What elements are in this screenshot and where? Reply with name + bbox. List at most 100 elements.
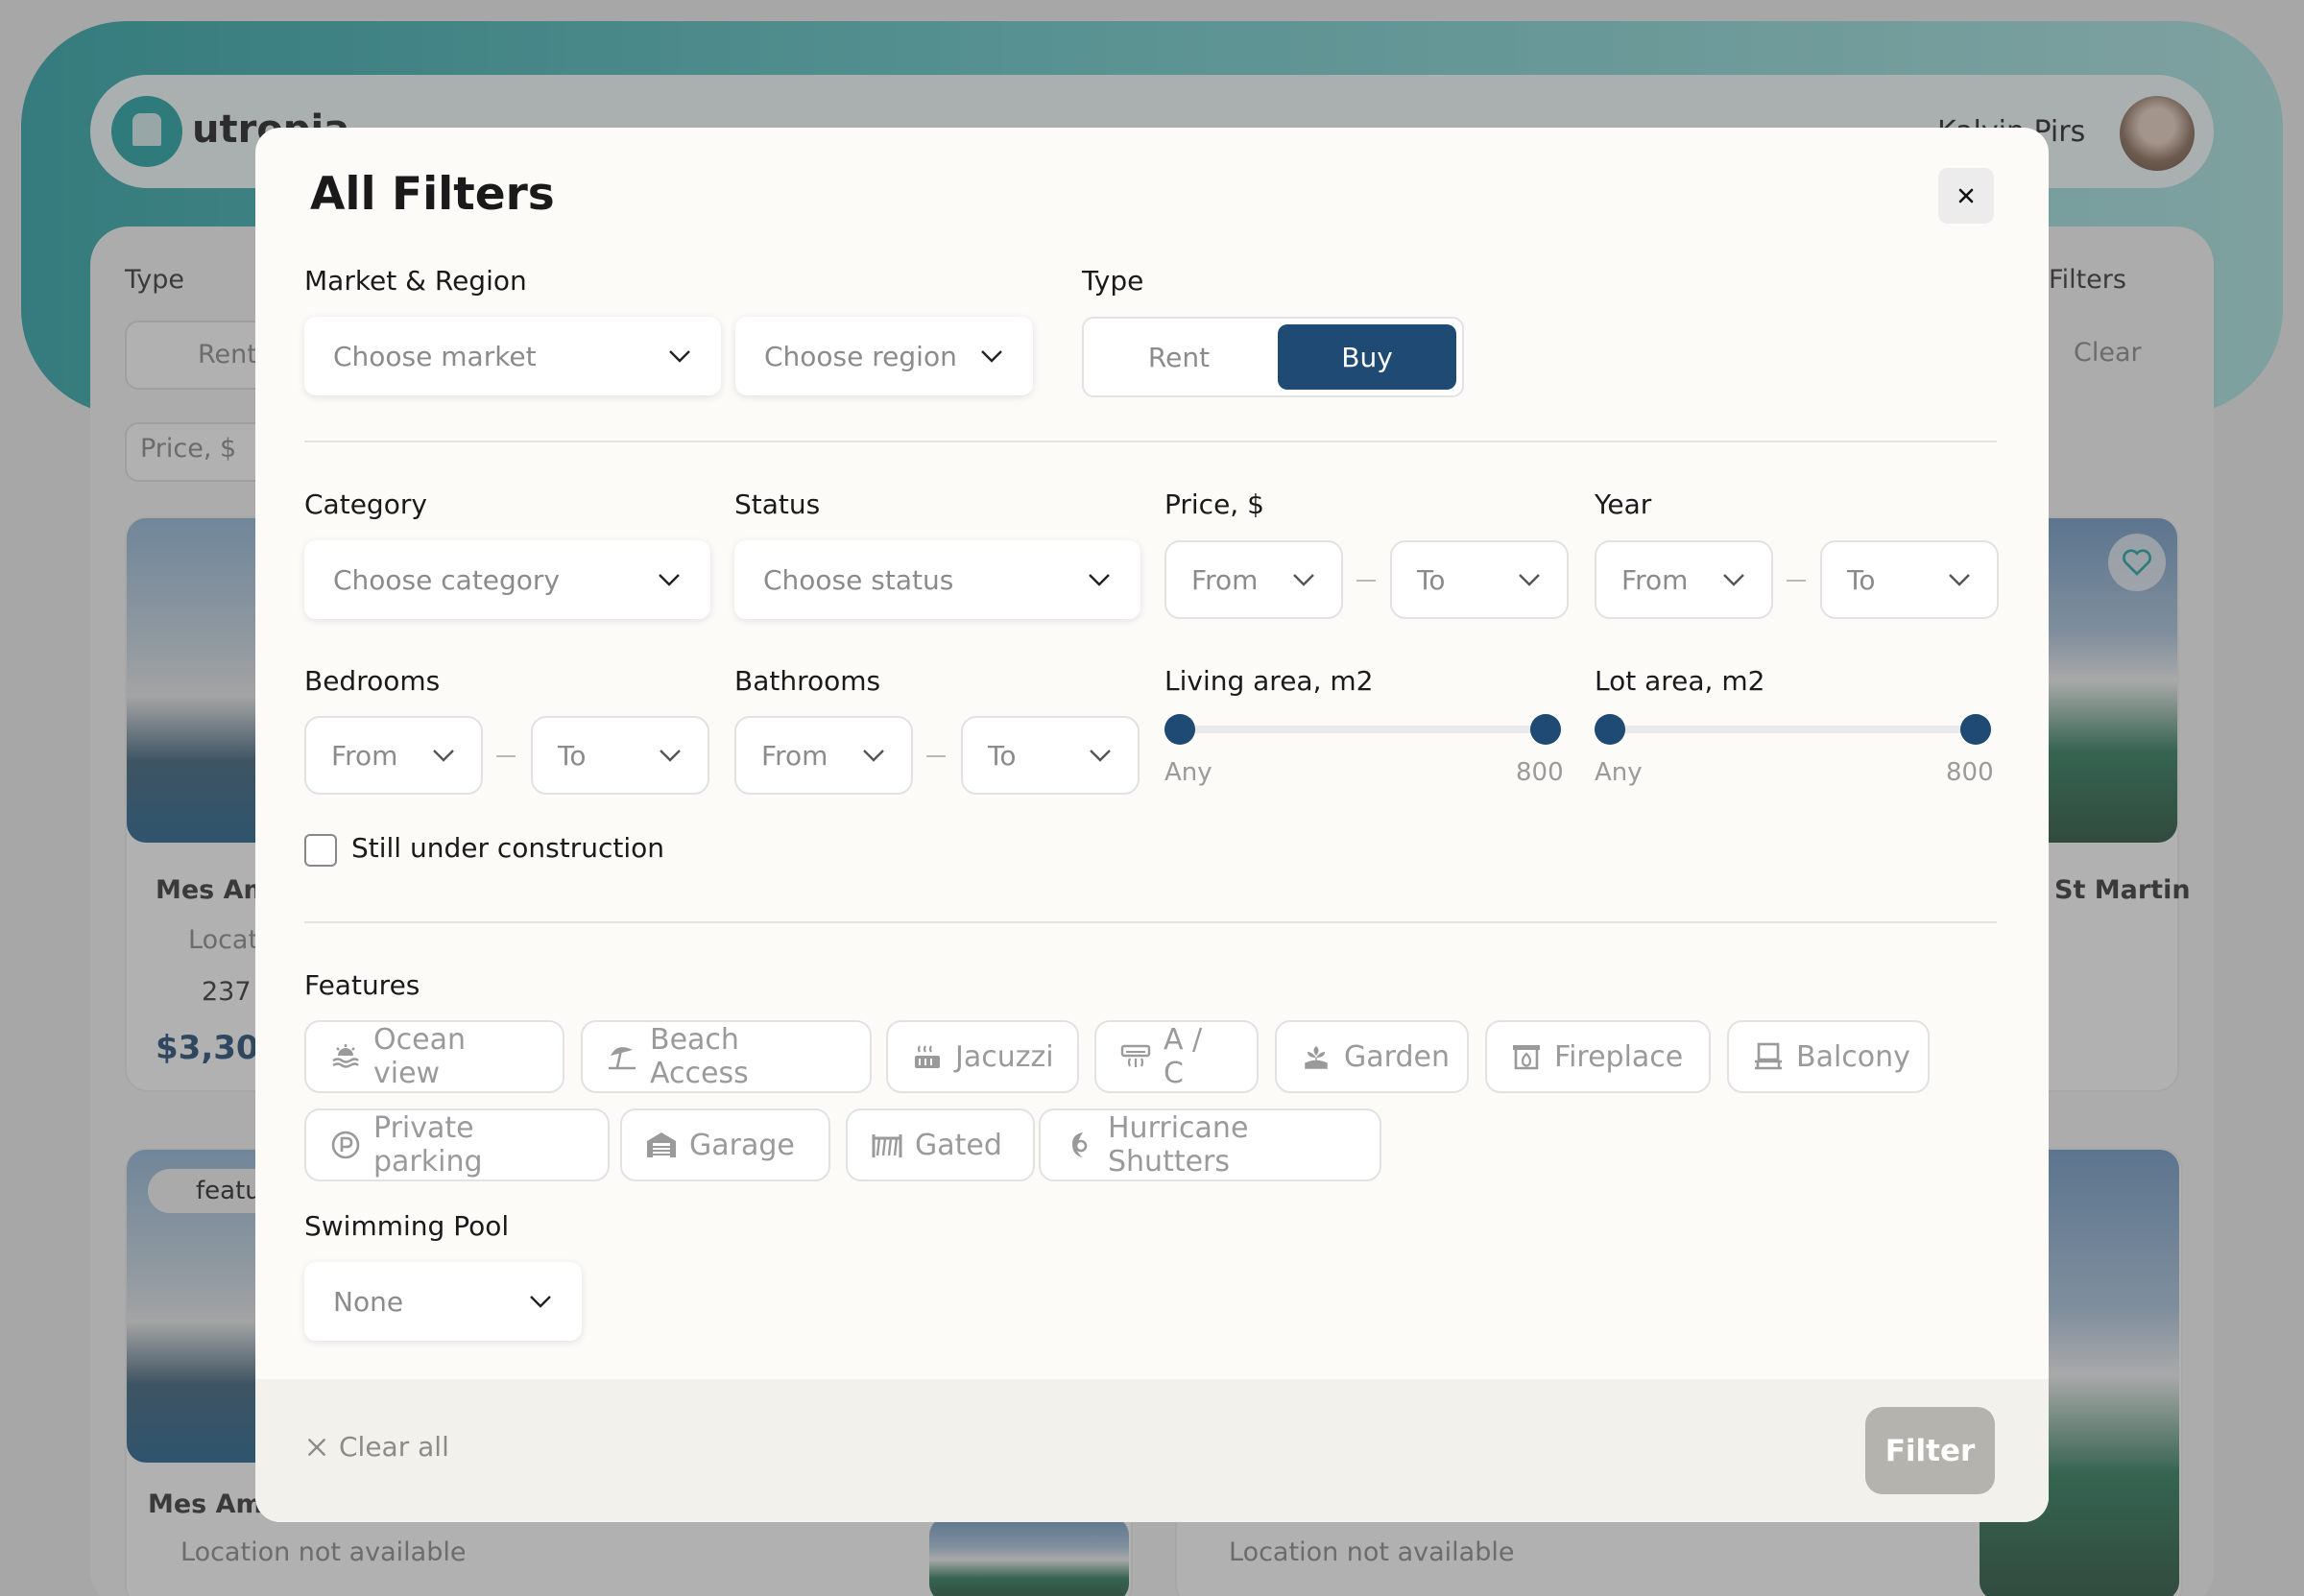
year-label: Year xyxy=(1595,488,1652,520)
balcony-icon xyxy=(1755,1042,1782,1070)
category-label: Category xyxy=(304,488,427,520)
close-button[interactable] xyxy=(1938,168,1994,224)
modal-title: All Filters xyxy=(310,168,555,221)
category-select-value: Choose category xyxy=(333,563,561,596)
living-area-min-handle[interactable] xyxy=(1164,714,1195,745)
feature-chip-label: Ocean view xyxy=(373,1023,466,1090)
status-select-value: Choose status xyxy=(763,563,954,596)
bedrooms-from-value: From xyxy=(331,739,398,772)
chevron-down-icon xyxy=(981,350,1002,363)
feature-chip-label: Hurricane Shutters xyxy=(1108,1111,1249,1179)
all-filters-modal: All Filters Market & Region Choose marke… xyxy=(255,128,2049,1522)
air-conditioner-icon xyxy=(1120,1044,1151,1067)
feature-chip-label: Gated xyxy=(915,1128,1002,1162)
year-from-value: From xyxy=(1621,563,1689,596)
feature-chip-label: Garage xyxy=(689,1128,795,1162)
feature-chip-label: Fireplace xyxy=(1554,1039,1684,1074)
chevron-down-icon xyxy=(1089,574,1110,586)
market-region-label: Market & Region xyxy=(304,265,527,297)
feature-chip-ac[interactable]: A / C xyxy=(1094,1020,1259,1093)
year-to-value: To xyxy=(1847,563,1876,596)
section-divider xyxy=(304,441,1997,442)
parking-icon xyxy=(331,1131,360,1159)
chevron-down-icon xyxy=(433,750,454,762)
feature-chip-private-parking[interactable]: Private parking xyxy=(304,1108,610,1181)
lot-area-min-value: Any xyxy=(1595,758,1643,787)
lot-area-max-handle[interactable] xyxy=(1960,714,1991,745)
feature-chip-label: Beach Access xyxy=(650,1023,749,1090)
status-label: Status xyxy=(734,488,821,520)
bedrooms-label: Bedrooms xyxy=(304,665,441,697)
range-dash xyxy=(1787,580,1806,582)
chevron-down-icon xyxy=(530,1296,551,1308)
bathrooms-from-select[interactable]: From xyxy=(734,716,913,795)
lot-area-label: Lot area, m2 xyxy=(1595,665,1765,697)
price-from-select[interactable]: From xyxy=(1164,540,1343,619)
living-area-max-handle[interactable] xyxy=(1530,714,1561,745)
bathrooms-label: Bathrooms xyxy=(734,665,881,697)
bathrooms-from-value: From xyxy=(761,739,828,772)
ocean-view-icon xyxy=(332,1044,359,1068)
bedrooms-from-select[interactable]: From xyxy=(304,716,483,795)
filter-button[interactable]: Filter xyxy=(1865,1407,1995,1494)
garage-icon xyxy=(647,1132,676,1157)
feature-chip-gated[interactable]: Gated xyxy=(846,1108,1035,1181)
bedrooms-to-select[interactable]: To xyxy=(531,716,709,795)
region-select[interactable]: Choose region xyxy=(735,317,1033,395)
hurricane-icon xyxy=(1071,1132,1088,1157)
chevron-down-icon xyxy=(1090,750,1111,762)
modal-footer xyxy=(255,1379,2049,1522)
clear-all-button[interactable]: Clear all xyxy=(306,1431,449,1463)
range-dash xyxy=(496,755,516,757)
type-option-rent[interactable]: Rent xyxy=(1090,324,1268,390)
chevron-down-icon xyxy=(1519,574,1540,586)
gate-icon xyxy=(872,1134,902,1157)
feature-chip-label: Jacuzzi xyxy=(955,1039,1054,1074)
price-to-value: To xyxy=(1417,563,1446,596)
feature-chip-garage[interactable]: Garage xyxy=(620,1108,830,1181)
bedrooms-to-value: To xyxy=(558,739,587,772)
living-area-max-value: 800 xyxy=(1516,758,1564,787)
chevron-down-icon xyxy=(660,750,681,762)
type-toggle: Rent Buy xyxy=(1082,317,1464,397)
feature-chip-fireplace[interactable]: Fireplace xyxy=(1485,1020,1711,1093)
market-select[interactable]: Choose market xyxy=(304,317,721,395)
chevron-down-icon xyxy=(669,350,690,363)
price-from-value: From xyxy=(1191,563,1259,596)
feature-chip-balcony[interactable]: Balcony xyxy=(1727,1020,1930,1093)
living-area-track[interactable] xyxy=(1180,726,1546,733)
swimming-pool-select[interactable]: None xyxy=(304,1262,582,1341)
close-icon xyxy=(308,1438,325,1456)
year-from-select[interactable]: From xyxy=(1595,540,1773,619)
jacuzzi-icon xyxy=(915,1045,940,1068)
features-label: Features xyxy=(304,969,420,1001)
lot-area-min-handle[interactable] xyxy=(1595,714,1625,745)
chevron-down-icon xyxy=(1949,574,1970,586)
feature-chip-label: Balcony xyxy=(1796,1039,1910,1074)
status-select[interactable]: Choose status xyxy=(734,540,1140,619)
beach-umbrella-icon xyxy=(609,1047,636,1070)
year-to-select[interactable]: To xyxy=(1820,540,1999,619)
bathrooms-to-select[interactable]: To xyxy=(961,716,1140,795)
clear-all-label: Clear all xyxy=(339,1431,449,1463)
feature-chip-jacuzzi[interactable]: Jacuzzi xyxy=(886,1020,1079,1093)
feature-chip-beach-access[interactable]: Beach Access xyxy=(581,1020,872,1093)
range-dash xyxy=(1356,580,1376,582)
lot-area-max-value: 800 xyxy=(1946,758,1994,787)
feature-chip-label: A / C xyxy=(1164,1023,1203,1090)
fireplace-icon xyxy=(1513,1045,1540,1070)
type-option-buy[interactable]: Buy xyxy=(1278,324,1456,390)
swimming-pool-value: None xyxy=(333,1285,404,1318)
feature-chip-garden[interactable]: Garden xyxy=(1275,1020,1469,1093)
type-label: Type xyxy=(1082,265,1144,297)
feature-chip-ocean-view[interactable]: Ocean view xyxy=(304,1020,564,1093)
feature-chip-hurricane-shutters[interactable]: Hurricane Shutters xyxy=(1039,1108,1381,1181)
construction-checkbox[interactable] xyxy=(304,834,337,867)
lot-area-track[interactable] xyxy=(1610,726,1976,733)
category-select[interactable]: Choose category xyxy=(304,540,710,619)
living-area-min-value: Any xyxy=(1164,758,1212,787)
feature-chip-label: Garden xyxy=(1344,1039,1450,1074)
price-to-select[interactable]: To xyxy=(1390,540,1569,619)
chevron-down-icon xyxy=(863,750,884,762)
construction-label[interactable]: Still under construction xyxy=(351,832,664,864)
